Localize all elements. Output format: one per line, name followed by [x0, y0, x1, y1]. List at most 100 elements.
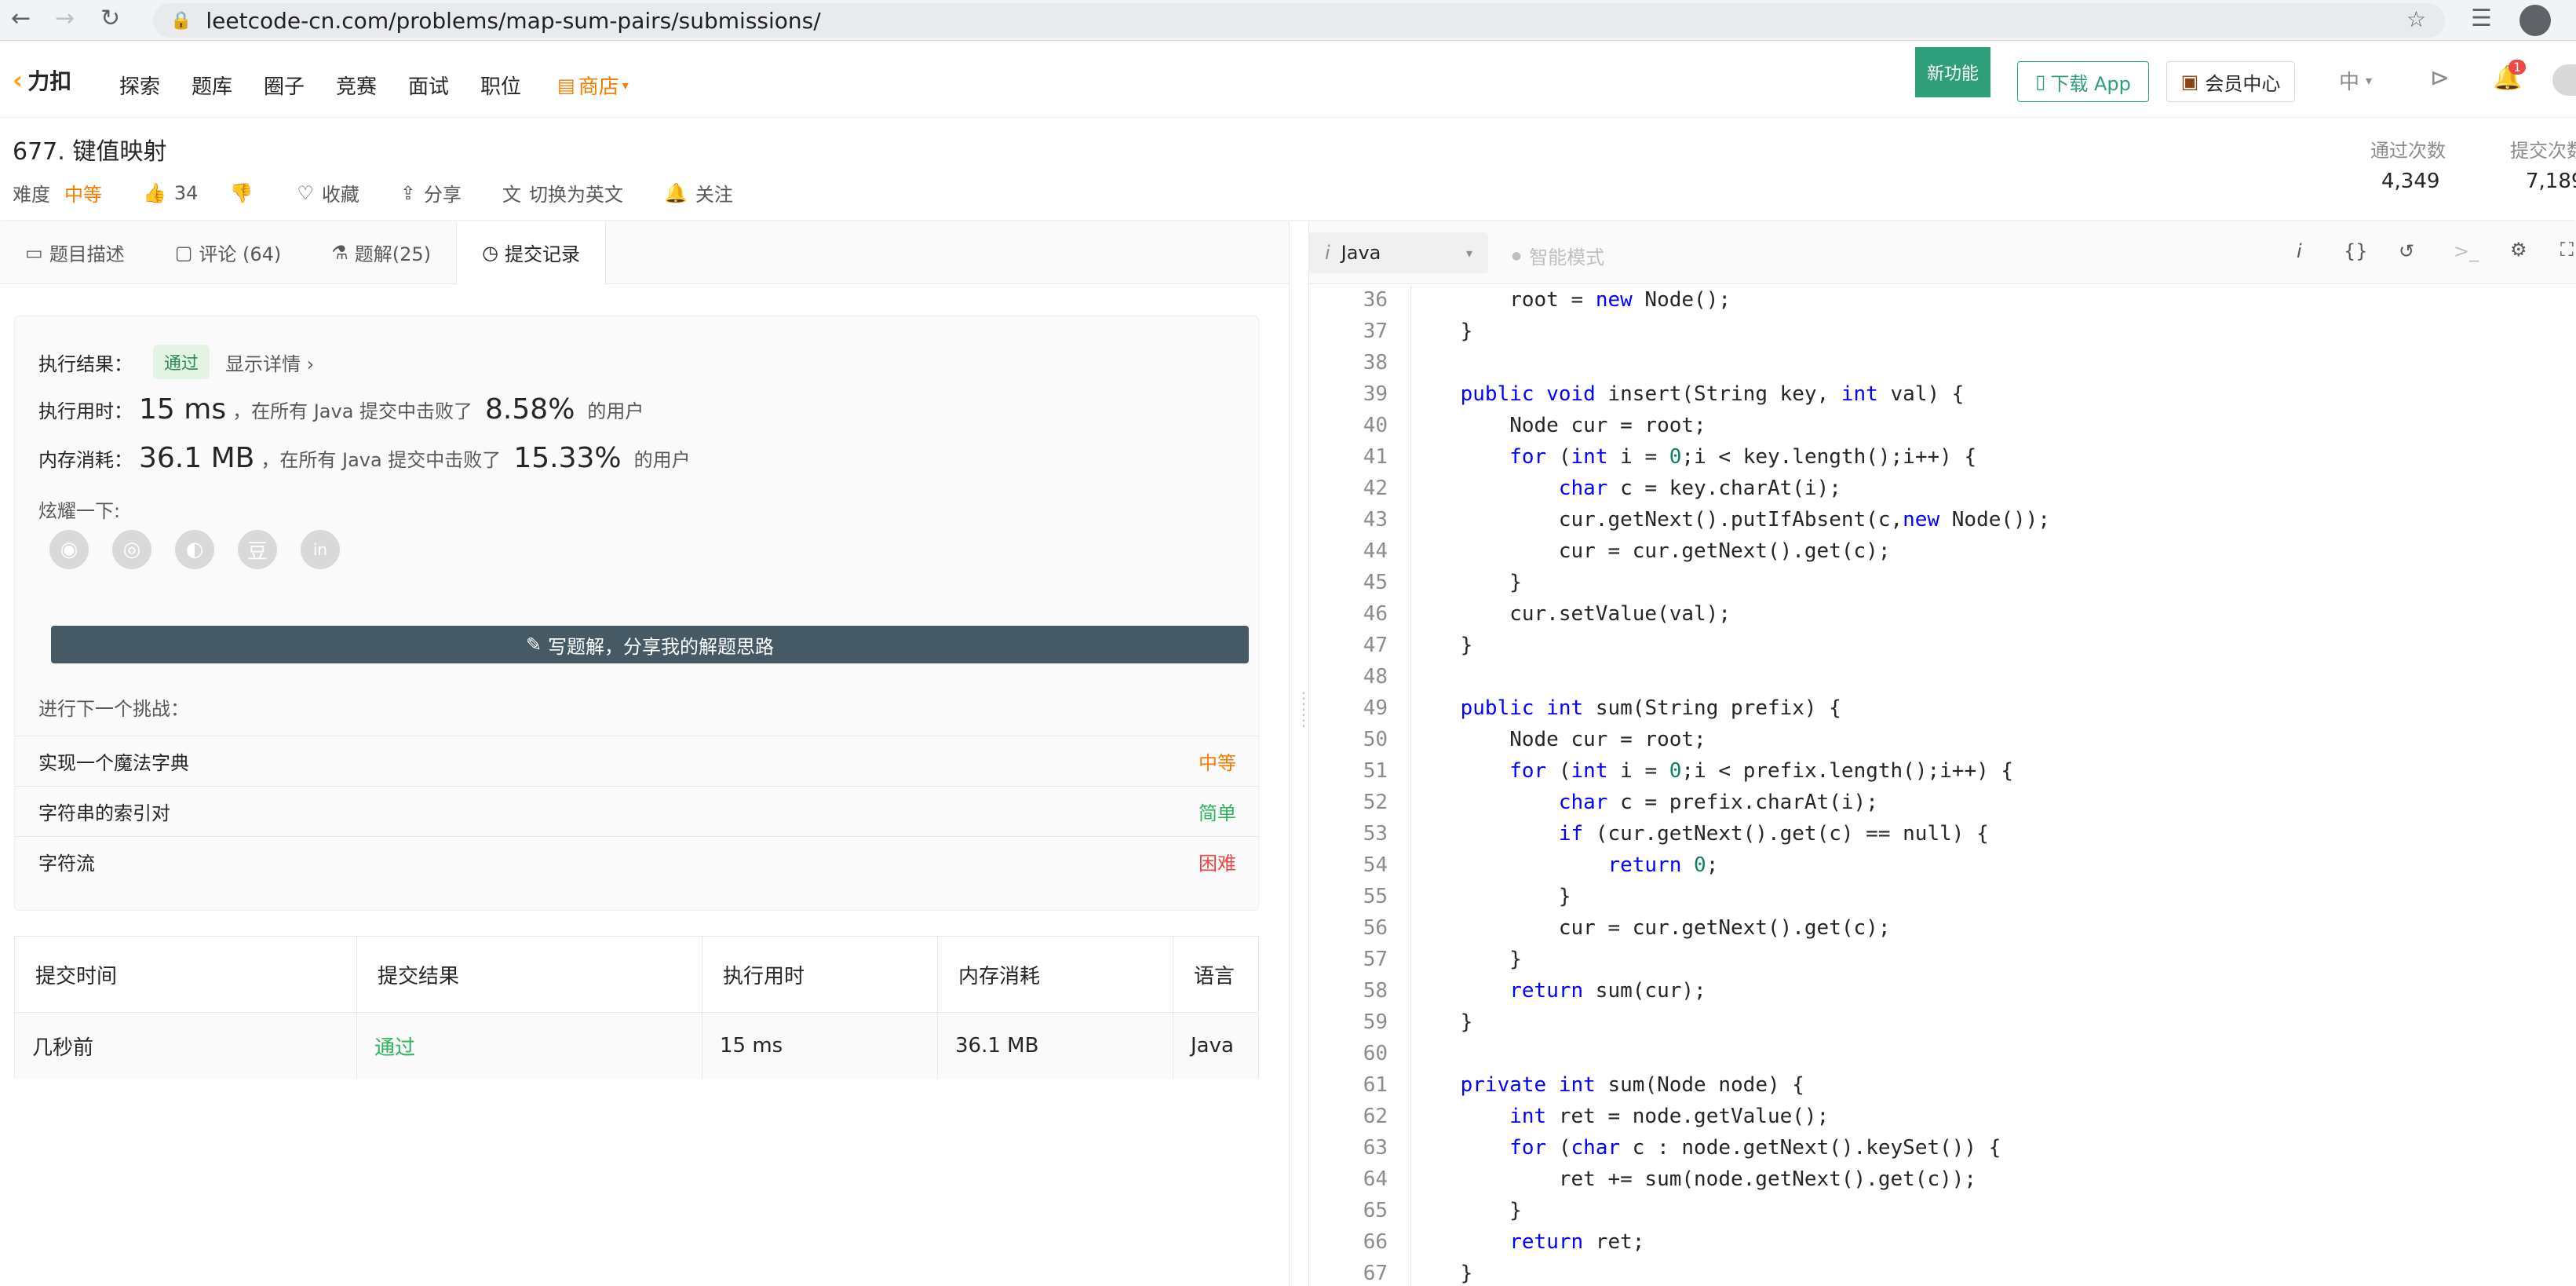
tab-solutions[interactable]: ⚗ 题解(25)	[306, 221, 456, 284]
logo-text: 力扣	[27, 68, 72, 94]
share-button[interactable]: 分享	[424, 179, 462, 206]
thumbs-down-icon[interactable]: 👎	[229, 182, 253, 204]
code-line[interactable]	[1411, 1038, 2576, 1069]
line-number: 50	[1363, 728, 1388, 751]
code-line[interactable]: char c = prefix.charAt(i);	[1411, 787, 2576, 818]
code-line[interactable]: }	[1411, 1258, 2576, 1286]
bookmark-star-icon[interactable]: ☆	[2406, 6, 2426, 32]
code-line[interactable]: char c = key.charAt(i);	[1411, 473, 2576, 504]
tab-label: 评论 (64)	[199, 243, 282, 265]
code-line[interactable]: for (char c : node.getNext().keySet()) {	[1411, 1132, 2576, 1164]
document-icon: ▭	[25, 241, 43, 264]
tab-description[interactable]: ▭ 题目描述	[0, 221, 150, 284]
share-icons: ◉ ◎ ◐ 豆 in	[49, 530, 340, 569]
code-line[interactable]: cur = cur.getNext().get(c);	[1411, 535, 2576, 567]
favorite-button[interactable]: 收藏	[322, 179, 359, 206]
bell-icon[interactable]: 🔔	[664, 182, 688, 204]
code-line[interactable]: cur.setValue(val);	[1411, 598, 2576, 630]
code-line[interactable]: }	[1411, 567, 2576, 598]
language-switch[interactable]: 中 ▾	[2339, 66, 2372, 95]
cell-result[interactable]: 通过	[357, 1013, 702, 1079]
follow-button[interactable]: 关注	[695, 179, 733, 206]
code-line[interactable]: root = new Node();	[1411, 284, 2576, 316]
nav-problemset[interactable]: 题库	[192, 71, 232, 100]
reload-icon[interactable]: ↻	[100, 5, 120, 32]
runtime-label: 执行用时：	[38, 400, 133, 422]
thumbs-up-icon[interactable]: 👍	[143, 182, 166, 204]
forward-icon[interactable]: →	[55, 5, 75, 32]
code-line[interactable]: int ret = node.getValue();	[1411, 1101, 2576, 1132]
profile-avatar-icon[interactable]	[2519, 5, 2551, 36]
code-line[interactable]: cur.getNext().putIfAbsent(c,new Node());	[1411, 504, 2576, 535]
code-line[interactable]: }	[1411, 1195, 2576, 1226]
nav-explore[interactable]: 探索	[119, 71, 160, 100]
code-line[interactable]: Node cur = root;	[1411, 410, 2576, 441]
code-line[interactable]: for (int i = 0;i < key.length();i++) {	[1411, 441, 2576, 473]
code-line[interactable]: public void insert(String key, int val) …	[1411, 378, 2576, 410]
line-number: 42	[1363, 477, 1388, 500]
code-line[interactable]: }	[1411, 316, 2576, 347]
dot-icon: ●	[1512, 249, 1522, 262]
show-detail-link[interactable]: 显示详情 ›	[225, 349, 314, 376]
list-item[interactable]: 字符流 困难	[15, 836, 1260, 886]
code-line[interactable]: }	[1411, 881, 2576, 912]
code-line[interactable]: }	[1411, 630, 2576, 661]
list-item[interactable]: 字符串的索引对 简单	[15, 786, 1260, 836]
code-line[interactable]: if (cur.getNext().get(c) == null) {	[1411, 818, 2576, 849]
code-line[interactable]: private int sum(Node node) {	[1411, 1069, 2576, 1101]
table-row[interactable]: 几秒前 通过 15 ms 36.1 MB Java	[15, 1013, 1258, 1079]
nav-jobs[interactable]: 职位	[480, 71, 521, 100]
code-line[interactable]	[1411, 661, 2576, 692]
wechat-icon[interactable]: ◉	[49, 530, 89, 569]
code-line[interactable]	[1411, 347, 2576, 378]
download-app-button[interactable]: ▯ 下载 App	[2017, 61, 2149, 102]
format-code-icon[interactable]: {}	[2344, 240, 2368, 262]
code-line[interactable]: return ret;	[1411, 1226, 2576, 1258]
linkedin-icon[interactable]: in	[301, 530, 340, 569]
douban-icon[interactable]: 豆	[238, 530, 277, 569]
code-line[interactable]: }	[1411, 1007, 2576, 1038]
reading-list-icon[interactable]: ☰	[2471, 5, 2492, 32]
info-icon[interactable]: i	[2297, 240, 2302, 262]
list-item[interactable]: 实现一个魔法字典 中等	[15, 736, 1260, 786]
console-icon[interactable]: >_	[2454, 240, 2479, 262]
tab-comments[interactable]: ▢ 评论 (64)	[150, 221, 307, 284]
write-solution-button[interactable]: ✎ 写题解，分享我的解题思路	[51, 626, 1249, 663]
write-solution-label: 写题解，分享我的解题思路	[548, 635, 775, 658]
weibo-icon[interactable]: ◎	[112, 530, 151, 569]
playground-icon[interactable]: ⊳	[2430, 64, 2450, 92]
back-icon[interactable]: ←	[11, 5, 31, 32]
nav-circle[interactable]: 圈子	[264, 71, 305, 100]
heart-icon[interactable]: ♡	[297, 182, 314, 204]
code-line[interactable]: return sum(cur);	[1411, 975, 2576, 1007]
tab-submissions[interactable]: ◷ 提交记录	[456, 221, 607, 284]
fullscreen-icon[interactable]: ⛶	[2560, 239, 2574, 261]
reset-icon[interactable]: ↺	[2399, 240, 2414, 262]
notification-bell[interactable]: 🔔 1	[2493, 60, 2527, 92]
qq-icon[interactable]: ◐	[175, 530, 214, 569]
language-select[interactable]: i Java ▾	[1309, 232, 1488, 273]
settings-icon[interactable]: ⚙	[2510, 239, 2527, 261]
code-editor[interactable]: root = new Node(); } public void insert(…	[1411, 284, 2576, 1286]
code-line[interactable]: ret += sum(node.getNext().get(c));	[1411, 1164, 2576, 1195]
member-center-button[interactable]: ▣ 会员中心	[2166, 61, 2295, 102]
user-avatar[interactable]	[2552, 64, 2576, 96]
smart-mode-toggle[interactable]: ● 智能模式	[1512, 242, 1604, 269]
code-line[interactable]: return 0;	[1411, 849, 2576, 881]
code-line[interactable]: for (int i = 0;i < prefix.length();i++) …	[1411, 755, 2576, 787]
nav-interview[interactable]: 面试	[408, 71, 449, 100]
nav-contest[interactable]: 竞赛	[336, 71, 377, 100]
line-number: 66	[1363, 1230, 1388, 1254]
nav-store[interactable]: ▤ 商店 ▾	[557, 71, 629, 100]
panel-resize-handle[interactable]: ⋮ ⋮ ⋮	[1289, 221, 1312, 1286]
code-line[interactable]: public int sum(String prefix) {	[1411, 692, 2576, 724]
switch-language-button[interactable]: 切换为英文	[529, 179, 623, 206]
share-icon[interactable]: ⇪	[400, 182, 416, 204]
code-line[interactable]: cur = cur.getNext().get(c);	[1411, 912, 2576, 944]
code-line[interactable]: }	[1411, 944, 2576, 975]
address-bar[interactable]: 🔒 leetcode-cn.com/problems/map-sum-pairs…	[153, 3, 2445, 38]
translate-icon[interactable]: 文	[502, 179, 521, 206]
code-line[interactable]: Node cur = root;	[1411, 724, 2576, 755]
new-feature-badge[interactable]: 新功能	[1915, 47, 1990, 97]
site-logo[interactable]: ‹ 力扣	[13, 64, 71, 96]
